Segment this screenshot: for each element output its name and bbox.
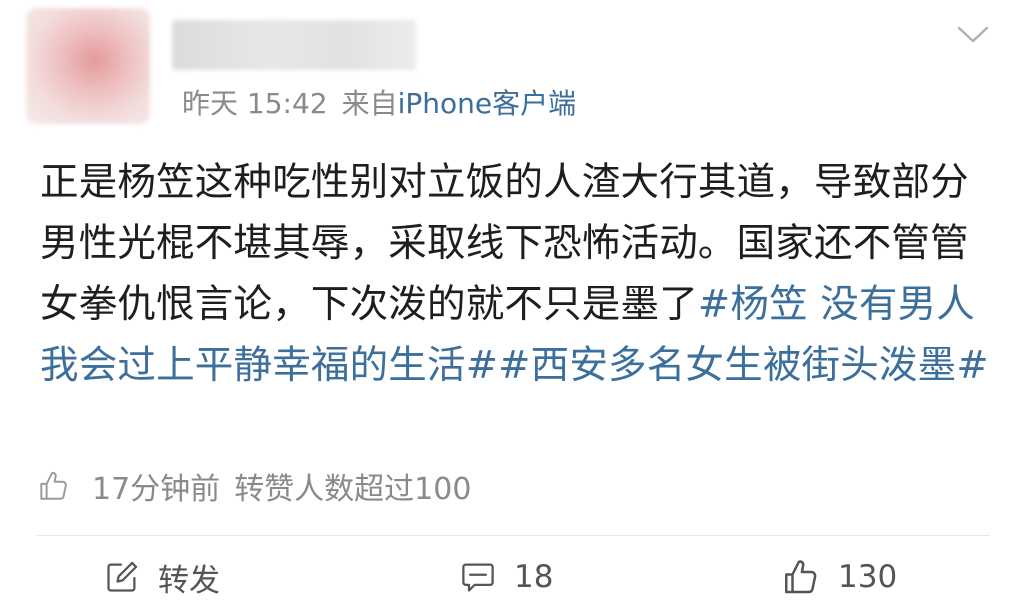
repost-info: 转赞人数超过100 xyxy=(234,472,472,507)
username-blurred[interactable] xyxy=(172,20,416,70)
avatar[interactable] xyxy=(26,8,150,124)
repost-label: 转发 xyxy=(158,562,220,599)
post-age: 17分钟前 xyxy=(92,472,221,507)
post-time: 昨天 15:42 xyxy=(182,87,328,120)
comment-button[interactable]: 18 xyxy=(460,552,553,602)
source-prefix: 来自 xyxy=(341,87,398,120)
hashtag-link[interactable]: #西安多名女生被街头泼墨# xyxy=(498,343,989,388)
comment-count: 18 xyxy=(514,559,554,595)
post-stats: 17分钟前 转赞人数超过100 xyxy=(36,464,471,508)
edit-square-icon xyxy=(107,561,138,592)
like-button[interactable]: 130 xyxy=(780,552,897,602)
comment-bubble-icon xyxy=(462,563,494,592)
repost-button[interactable]: 转发 xyxy=(104,552,220,602)
thumbs-up-icon xyxy=(785,560,817,594)
post-meta: 昨天 15:42 来自iPhone客户端 xyxy=(182,84,576,124)
post-body: 正是杨笠这种吃性别对立饭的人渣大行其道，导致部分男性光棍不堪其辱，采取线下恐怖活… xyxy=(40,152,1000,396)
divider xyxy=(36,535,990,536)
like-count: 130 xyxy=(838,559,898,595)
post-source[interactable]: iPhone客户端 xyxy=(398,87,577,120)
chevron-down-icon[interactable] xyxy=(956,22,990,46)
thumbs-up-icon xyxy=(40,471,67,500)
weibo-post-card: 昨天 15:42 来自iPhone客户端 正是杨笠这种吃性别对立饭的人渣大行其道，… xyxy=(0,0,1024,605)
